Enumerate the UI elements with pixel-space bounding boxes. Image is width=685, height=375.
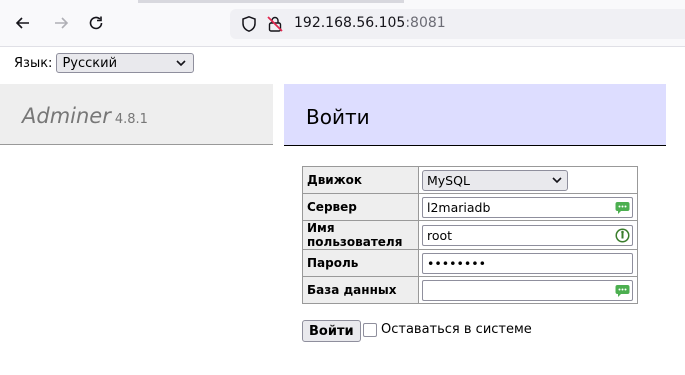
shield-icon[interactable]	[240, 15, 258, 33]
database-label: База данных	[302, 276, 419, 304]
brand-version: 4.8.1	[114, 112, 148, 127]
back-button[interactable]	[10, 10, 36, 36]
browser-toolbar: 192.168.56.105:8081	[0, 0, 685, 47]
language-value: Русский	[62, 55, 118, 71]
message-icon[interactable]	[615, 200, 630, 215]
password-input[interactable]: ••••••••	[422, 252, 633, 274]
tab-strip-edge	[138, 0, 404, 3]
password-cell: ••••••••	[418, 249, 638, 277]
server-input[interactable]: l2mariadb	[422, 196, 633, 218]
engine-label: Движок	[302, 166, 419, 194]
login-button[interactable]: Войти	[302, 320, 361, 342]
database-input[interactable]	[422, 279, 633, 301]
address-bar[interactable]: 192.168.56.105:8081	[230, 9, 685, 39]
password-manager-icon[interactable]	[615, 228, 630, 243]
brand-title[interactable]: Adminer 4.8.1	[22, 104, 148, 128]
brand-header: Adminer 4.8.1	[0, 84, 273, 145]
engine-value: MySQL	[427, 172, 470, 188]
server-row: Сервер l2mariadb	[302, 193, 638, 221]
username-value: root	[427, 227, 453, 243]
reload-button[interactable]	[83, 10, 109, 36]
database-row: База данных	[302, 276, 638, 304]
login-form-table: Движок MySQL Сервер l2mariadb Имя пользо…	[302, 166, 638, 304]
password-label: Пароль	[302, 249, 419, 277]
password-row: Пароль ••••••••	[302, 249, 638, 277]
language-selector: Язык: Русский	[14, 53, 195, 73]
reload-icon	[89, 16, 103, 30]
back-arrow-icon	[15, 17, 29, 29]
chevron-down-icon	[176, 60, 187, 67]
language-label: Язык:	[14, 55, 53, 71]
username-row: Имя пользователя root	[302, 220, 638, 250]
insecure-lock-icon[interactable]	[266, 15, 284, 33]
forward-arrow-icon	[55, 17, 69, 29]
server-label: Сервер	[302, 193, 419, 221]
remember-label: Оставаться в системе	[381, 322, 532, 337]
engine-select[interactable]: MySQL	[422, 169, 568, 191]
chevron-down-icon	[552, 176, 562, 183]
server-value: l2mariadb	[427, 199, 491, 215]
forward-button[interactable]	[48, 10, 74, 36]
page-title: Войти	[306, 105, 370, 129]
username-cell: root	[418, 220, 638, 250]
username-label: Имя пользователя	[302, 220, 419, 250]
remember-checkbox[interactable]	[363, 322, 377, 337]
language-select[interactable]: Русский	[56, 53, 195, 73]
remember-me[interactable]: Оставаться в системе	[363, 322, 532, 337]
url-host: 192.168.56.105	[294, 15, 406, 31]
engine-row: Движок MySQL	[302, 166, 638, 194]
brand-name: Adminer	[22, 104, 111, 128]
login-header: Войти	[284, 84, 666, 146]
database-cell	[418, 276, 638, 304]
password-value: ••••••••	[427, 255, 486, 271]
server-cell: l2mariadb	[418, 193, 638, 221]
engine-cell: MySQL	[418, 166, 638, 194]
url-port: :8081	[405, 15, 446, 31]
url-text[interactable]: 192.168.56.105:8081	[294, 15, 446, 31]
username-input[interactable]: root	[422, 224, 633, 246]
message-icon[interactable]	[615, 283, 630, 298]
